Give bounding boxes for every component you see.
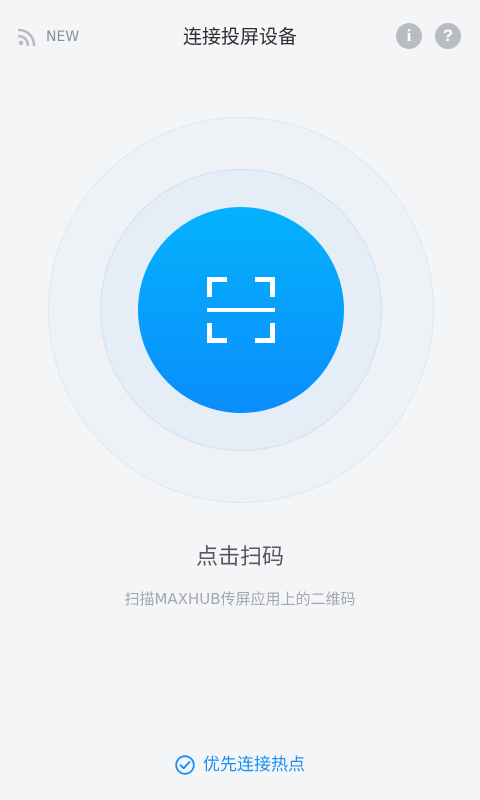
- scan-button[interactable]: [138, 207, 344, 413]
- help-icon: ?: [442, 26, 454, 45]
- top-bar: NEW 连接投屏设备 i ?: [0, 0, 480, 74]
- scan-title: 点击扫码: [195, 545, 284, 570]
- prefer-hotspot-label: 优先连接热点: [203, 755, 305, 775]
- connect-cast-screen: NEW 连接投屏设备 i ? 点击扫码 扫描MAXHUB传屏应用上的二维码 优先…: [0, 0, 480, 800]
- check-circle-icon: [175, 755, 195, 775]
- prefer-hotspot-toggle[interactable]: 优先连接热点: [0, 750, 480, 780]
- info-button[interactable]: i: [396, 23, 422, 49]
- help-button[interactable]: ?: [435, 23, 461, 49]
- info-icon: i: [406, 26, 412, 45]
- scan-subtitle: 扫描MAXHUB传屏应用上的二维码: [124, 590, 356, 608]
- scan-frame-icon: [207, 277, 275, 343]
